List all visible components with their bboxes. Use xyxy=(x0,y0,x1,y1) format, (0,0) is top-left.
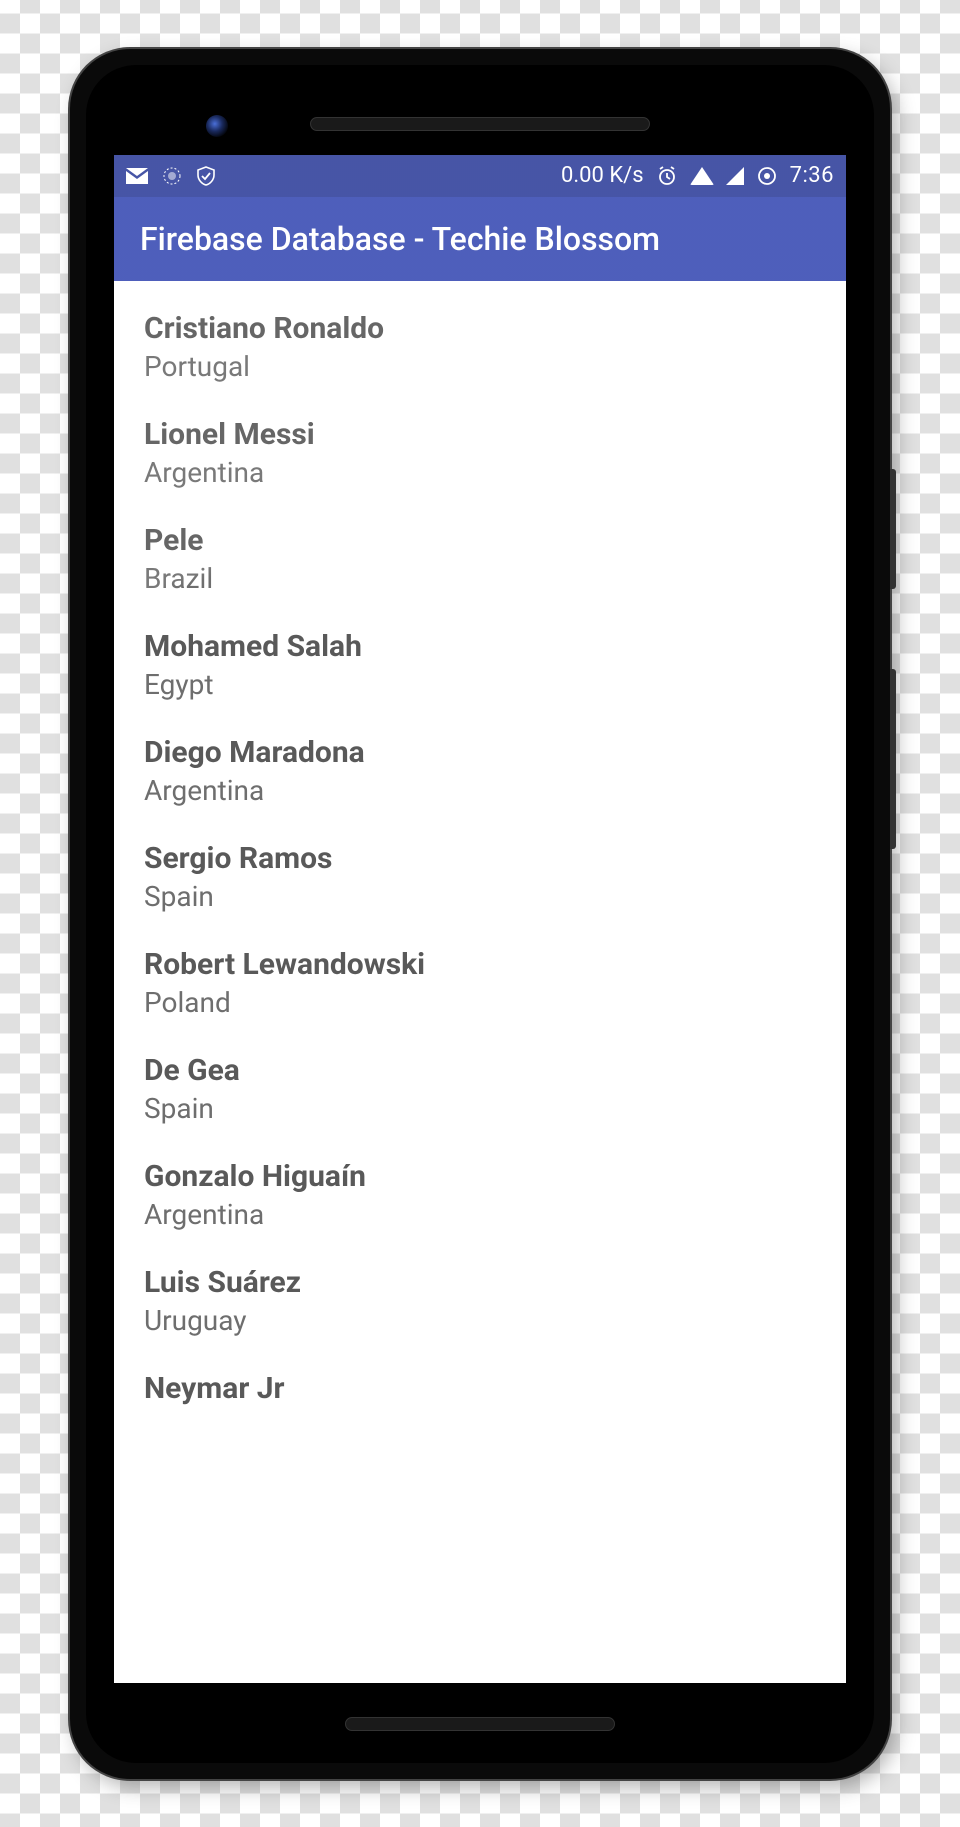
player-name: Lionel Messi xyxy=(144,417,816,452)
list-item[interactable]: Pele Brazil xyxy=(114,505,846,611)
wifi-icon xyxy=(690,167,714,185)
player-list-container[interactable]: Cristiano Ronaldo Portugal Lionel Messi Arg… xyxy=(114,281,846,1683)
player-name: Sergio Ramos xyxy=(144,841,816,876)
player-name: Mohamed Salah xyxy=(144,629,816,664)
list-item[interactable]: Diego Maradona Argentina xyxy=(114,717,846,823)
player-country: Uruguay xyxy=(144,1304,816,1337)
list-item[interactable]: Gonzalo Higuaín Argentina xyxy=(114,1141,846,1247)
loading-icon xyxy=(162,166,182,186)
list-item[interactable]: Luis Suárez Uruguay xyxy=(114,1247,846,1353)
player-country: Portugal xyxy=(144,350,816,383)
clock: 7:36 xyxy=(790,163,834,188)
player-name: Gonzalo Higuaín xyxy=(144,1159,816,1194)
player-country: Poland xyxy=(144,986,816,1019)
player-country: Argentina xyxy=(144,1198,816,1231)
play-protect-icon xyxy=(196,166,216,186)
player-name: Pele xyxy=(144,523,816,558)
volume-button xyxy=(890,669,896,849)
player-name: Luis Suárez xyxy=(144,1265,816,1300)
cell-signal-icon xyxy=(726,167,744,185)
player-name: Robert Lewandowski xyxy=(144,947,816,982)
list-item[interactable]: Lionel Messi Argentina xyxy=(114,399,846,505)
location-icon xyxy=(756,165,778,187)
player-country: Brazil xyxy=(144,562,816,595)
bottom-speaker xyxy=(345,1717,615,1731)
earpiece-speaker xyxy=(310,117,650,131)
player-name: Neymar Jr xyxy=(144,1371,816,1406)
alarm-icon xyxy=(656,165,678,187)
player-country: Spain xyxy=(144,880,816,913)
player-name: Cristiano Ronaldo xyxy=(144,311,816,346)
network-speed: 0.00 K/s xyxy=(561,163,644,188)
player-name: De Gea xyxy=(144,1053,816,1088)
list-item[interactable]: Robert Lewandowski Poland xyxy=(114,929,846,1035)
screen: 0.00 K/s 7:36 Firebase Database - Techie… xyxy=(114,155,846,1683)
player-country: Argentina xyxy=(144,774,816,807)
list-item[interactable]: Cristiano Ronaldo Portugal xyxy=(114,293,846,399)
list-item[interactable]: Mohamed Salah Egypt xyxy=(114,611,846,717)
phone-frame: 0.00 K/s 7:36 Firebase Database - Techie… xyxy=(70,49,890,1779)
list-item[interactable]: Neymar Jr xyxy=(114,1353,846,1422)
player-country: Egypt xyxy=(144,668,816,701)
front-camera xyxy=(206,115,228,137)
app-title: Firebase Database - Techie Blossom xyxy=(140,220,660,258)
gmail-icon xyxy=(126,168,148,184)
list-item[interactable]: Sergio Ramos Spain xyxy=(114,823,846,929)
player-country: Spain xyxy=(144,1092,816,1125)
player-name: Diego Maradona xyxy=(144,735,816,770)
status-bar: 0.00 K/s 7:36 xyxy=(114,155,846,197)
app-bar: Firebase Database - Techie Blossom xyxy=(114,197,846,281)
list-item[interactable]: De Gea Spain xyxy=(114,1035,846,1141)
power-button xyxy=(890,469,896,589)
player-country: Argentina xyxy=(144,456,816,489)
